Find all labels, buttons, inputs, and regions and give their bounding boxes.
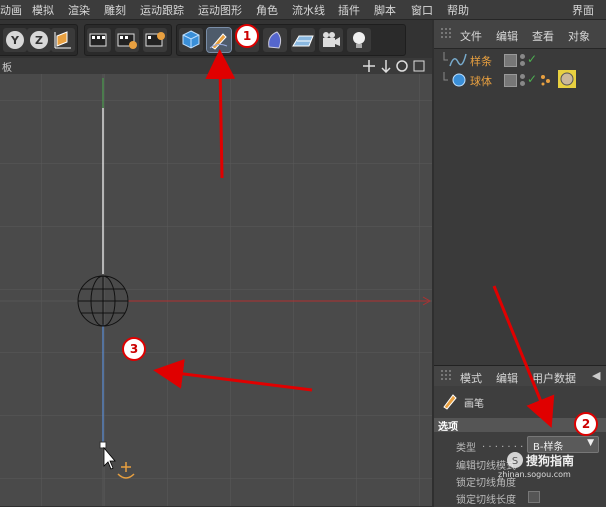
arrow-to-type-dropdown: [492, 285, 555, 428]
arrow-to-spline: [153, 358, 313, 392]
annotation-badge-2: 2: [574, 412, 598, 436]
annotation-arrows: [153, 49, 555, 428]
annotation-badge-1: 1: [235, 24, 259, 48]
arrow-to-pen-tool: [205, 49, 236, 179]
annotation-badge-3: 3: [122, 337, 146, 361]
